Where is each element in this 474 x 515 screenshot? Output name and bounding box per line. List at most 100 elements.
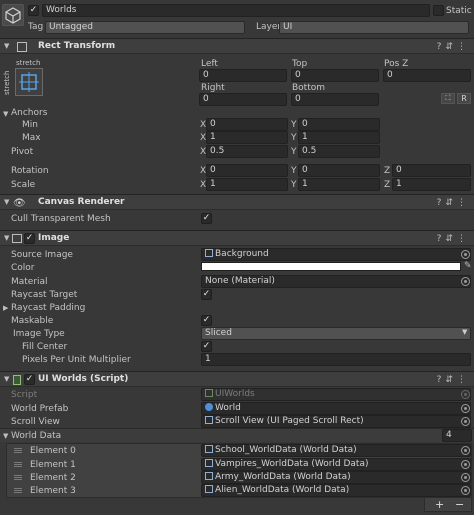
right-field[interactable]: 0	[199, 93, 287, 106]
left-field[interactable]: 0	[199, 69, 287, 82]
cull-transparent-mesh-checkbox[interactable]: ✓	[201, 213, 212, 224]
rotation-label: Rotation	[11, 166, 49, 176]
anchor-max-y-field[interactable]: 1	[298, 131, 380, 144]
object-picker-icon[interactable]	[461, 486, 470, 495]
scriptable-object-icon	[205, 459, 213, 467]
bottom-field[interactable]: 0	[291, 93, 379, 106]
canvas-renderer-header[interactable]: ▼ 👁 Canvas Renderer ?⇵⋮	[0, 194, 474, 210]
image-enabled-checkbox[interactable]: ✓	[24, 233, 35, 244]
maskable-checkbox[interactable]: ✓	[201, 315, 212, 326]
element-1-label: Element 1	[30, 460, 76, 470]
component-menu-icons[interactable]: ?⇵⋮	[437, 375, 470, 385]
image-icon	[12, 234, 22, 243]
element-0-label: Element 0	[30, 446, 76, 456]
anchors-fold-icon[interactable]: ▼	[3, 110, 8, 118]
world-data-list-header[interactable]: ▼ World Data	[0, 428, 474, 442]
rect-transform-header[interactable]: ▼ Rect Transform ?⇵⋮	[0, 38, 474, 54]
drag-handle-icon[interactable]	[14, 475, 22, 480]
world-data-size-field[interactable]: 4	[442, 429, 472, 442]
drag-handle-icon[interactable]	[14, 462, 22, 467]
fold-arrow-icon[interactable]: ▼	[4, 198, 9, 206]
scroll-view-field[interactable]: Scroll View (UI Paged Scroll Rect)	[201, 415, 471, 428]
raw-edit-button[interactable]: R	[457, 93, 471, 104]
ui-worlds-enabled-checkbox[interactable]: ✓	[24, 374, 35, 385]
rotation-x-field[interactable]: 0	[206, 164, 288, 177]
rotation-y-axis-label: Y	[291, 166, 297, 176]
scale-z-axis-label: Z	[384, 180, 391, 190]
color-swatch[interactable]	[201, 262, 461, 271]
component-menu-icons[interactable]: ?⇵⋮	[437, 42, 470, 52]
tag-dropdown[interactable]: Untagged	[45, 21, 245, 34]
world-prefab-field[interactable]: World	[201, 402, 471, 415]
source-image-value: Background	[215, 249, 269, 259]
image-type-dropdown[interactable]: Sliced	[201, 327, 471, 340]
element-1-field[interactable]: Vampires_WorldData (World Data)	[201, 458, 471, 471]
raycast-target-label: Raycast Target	[11, 290, 78, 300]
raycast-padding-fold-icon[interactable]: ▶	[3, 304, 8, 312]
add-element-button[interactable]: +	[435, 498, 444, 511]
object-picker-icon[interactable]	[461, 404, 470, 413]
source-image-label: Source Image	[11, 250, 73, 260]
rect-transform-icon	[17, 42, 27, 52]
material-field[interactable]: None (Material)	[201, 275, 471, 288]
world-data-fold-icon[interactable]: ▼	[3, 432, 8, 440]
active-checkbox[interactable]: ✓	[28, 5, 39, 16]
posz-field[interactable]: 0	[383, 69, 471, 82]
min-label: Min	[22, 120, 38, 130]
world-data-label: World Data	[11, 431, 62, 441]
object-picker-icon[interactable]	[461, 460, 470, 469]
pivot-x-field[interactable]: 0.5	[206, 145, 288, 158]
component-menu-icons[interactable]: ?⇵⋮	[437, 234, 470, 244]
scale-y-axis-label: Y	[291, 180, 297, 190]
raycast-padding-label: Raycast Padding	[11, 303, 86, 313]
element-0-value: School_WorldData (World Data)	[215, 445, 357, 455]
ppu-multiplier-field[interactable]: 1	[201, 353, 471, 366]
script-field: UIWorlds	[201, 388, 471, 401]
fill-center-checkbox[interactable]: ✓	[201, 341, 212, 352]
bottom-label: Bottom	[292, 83, 326, 93]
fold-arrow-icon[interactable]: ▼	[4, 42, 9, 50]
element-0-field[interactable]: School_WorldData (World Data)	[201, 444, 471, 457]
remove-element-button[interactable]: −	[455, 498, 464, 511]
left-label: Left	[201, 59, 218, 69]
object-picker-icon[interactable]	[461, 473, 470, 482]
raycast-target-checkbox[interactable]: ✓	[201, 289, 212, 300]
color-label: Color	[11, 263, 35, 273]
rotation-z-axis-label: Z	[384, 166, 391, 176]
source-image-field[interactable]: Background	[201, 248, 471, 261]
component-menu-icons[interactable]: ?⇵⋮	[437, 198, 470, 208]
anchor-min-y-field[interactable]: 0	[298, 118, 380, 131]
ui-worlds-header[interactable]: ▼ ✓ UI Worlds (Script) ?⇵⋮	[0, 371, 474, 387]
object-picker-icon[interactable]	[461, 417, 470, 426]
fold-arrow-icon[interactable]: ▼	[4, 234, 9, 242]
rotation-z-field[interactable]: 0	[392, 164, 471, 177]
image-header[interactable]: ▼ ✓ Image ?⇵⋮	[0, 230, 474, 246]
object-picker-icon[interactable]	[461, 277, 470, 286]
rotation-y-field[interactable]: 0	[298, 164, 380, 177]
layer-dropdown[interactable]: UI	[279, 21, 469, 34]
eye-icon: 👁	[13, 198, 26, 209]
anchor-min-x-field[interactable]: 0	[206, 118, 288, 131]
element-3-field[interactable]: Alien_WorldData (World Data)	[201, 484, 471, 497]
blueprint-mode-button[interactable]: ⛶	[441, 93, 455, 104]
anchor-preset-button[interactable]	[15, 68, 43, 96]
drag-handle-icon[interactable]	[14, 488, 22, 493]
fold-arrow-icon[interactable]: ▼	[4, 375, 9, 383]
pivot-y-field[interactable]: 0.5	[298, 145, 380, 158]
scale-x-field[interactable]: 1	[206, 178, 288, 191]
eyedropper-icon[interactable]: ✎	[464, 261, 472, 271]
pivot-label: Pivot	[11, 147, 34, 157]
anchor-max-x-field[interactable]: 1	[206, 131, 288, 144]
top-field[interactable]: 0	[291, 69, 379, 82]
element-2-field[interactable]: Army_WorldData (World Data)	[201, 471, 471, 484]
scale-z-field[interactable]: 1	[392, 178, 471, 191]
static-checkbox[interactable]	[433, 5, 444, 16]
list-item: Element 2 Army_WorldData (World Data)	[6, 471, 472, 484]
object-name-field[interactable]: Worlds	[42, 4, 430, 17]
list-item: Element 1 Vampires_WorldData (World Data…	[6, 458, 472, 471]
scale-y-field[interactable]: 1	[298, 178, 380, 191]
canvas-renderer-title: Canvas Renderer	[38, 197, 125, 207]
drag-handle-icon[interactable]	[14, 448, 22, 453]
object-picker-icon[interactable]	[461, 446, 470, 455]
object-picker-icon[interactable]	[461, 250, 470, 259]
